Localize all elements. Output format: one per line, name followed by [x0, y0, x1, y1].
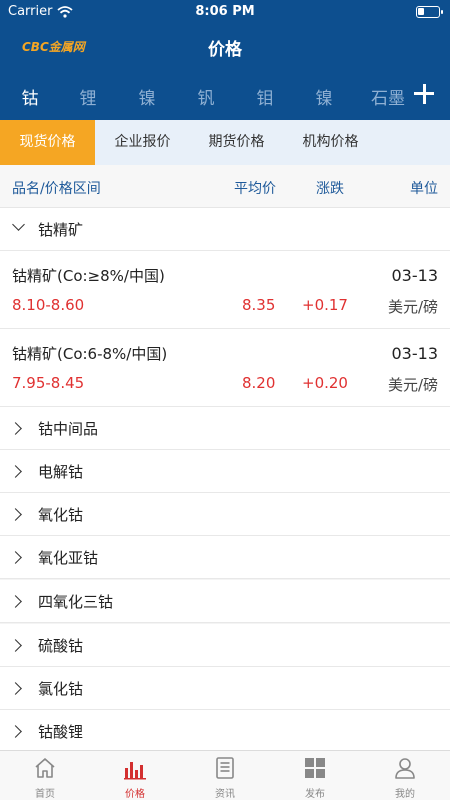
group-label: 钴酸锂 — [38, 723, 84, 741]
metal-tab-molybdenum[interactable]: 钼 — [245, 84, 285, 109]
chevron-right-icon — [9, 551, 22, 564]
chevron-down-icon — [12, 218, 25, 231]
metal-tab-vanadium[interactable]: 钒 — [186, 84, 226, 109]
metal-tab-cobalt[interactable]: 钴 — [10, 84, 50, 109]
chevron-right-icon — [9, 595, 22, 608]
group-label: 硫酸钴 — [38, 637, 84, 655]
news-icon — [216, 757, 234, 779]
grid-icon — [305, 758, 325, 778]
status-time: 8:06 PM — [195, 4, 255, 19]
item-change: +0.20 — [302, 374, 348, 392]
tab-publish[interactable]: 发布 — [270, 751, 360, 800]
tab-home[interactable]: 首页 — [0, 751, 90, 800]
group-label: 氧化钴 — [38, 506, 84, 524]
group-label: 四氧化三钴 — [38, 593, 114, 611]
chevron-right-icon — [9, 465, 22, 478]
battery-icon — [416, 6, 443, 18]
app-root: Carrier 8:06 PM CBC金属网 价格 钴 锂 镍 钒 钼 镍 石墨… — [0, 0, 450, 800]
group-row[interactable]: 钴酸锂 — [0, 710, 450, 753]
item-date: 03-13 — [391, 266, 439, 285]
group-label: 氯化钴 — [38, 680, 84, 698]
nav-bar: CBC金属网 价格 — [0, 24, 450, 70]
add-icon[interactable] — [410, 79, 438, 109]
group-row[interactable]: 钴中间品 — [0, 407, 450, 450]
tab-label: 资讯 — [215, 789, 235, 800]
col-avg: 平均价 — [234, 181, 276, 197]
price-tabs: 现货价格 企业报价 期货价格 机构价格 — [0, 120, 450, 165]
group-label: 氧化亚钴 — [38, 549, 99, 567]
item-name: 钴精矿(Co:≥8%/中国) — [12, 267, 165, 285]
item-avg: 8.20 — [242, 374, 276, 392]
metal-tab-graphite[interactable]: 石墨 — [366, 84, 410, 109]
tab-company-quote[interactable]: 企业报价 — [100, 120, 185, 165]
price-item-row[interactable]: 钴精矿(Co:6-8%/中国) 03-13 7.95-8.45 8.20 +0.… — [0, 329, 450, 407]
tab-institution-price[interactable]: 机构价格 — [288, 120, 373, 165]
item-unit: 美元/磅 — [387, 298, 438, 316]
col-name: 品名/价格区间 — [12, 181, 101, 197]
chevron-right-icon — [9, 639, 22, 652]
metal-tab-lithium[interactable]: 锂 — [68, 84, 108, 109]
group-row-expanded[interactable]: 钴精矿 — [0, 208, 450, 251]
group-label: 电解钴 — [38, 463, 84, 481]
price-item-row[interactable]: 钴精矿(Co:≥8%/中国) 03-13 8.10-8.60 8.35 +0.1… — [0, 251, 450, 329]
group-label: 钴中间品 — [38, 420, 99, 438]
page-title: 价格 — [208, 40, 242, 60]
bottom-tab-bar: 首页 价格 资讯 发布 我的 — [0, 750, 450, 800]
group-row[interactable]: 电解钴 — [0, 450, 450, 493]
column-header: 品名/价格区间 平均价 涨跌 单位 — [0, 165, 450, 208]
chevron-right-icon — [9, 422, 22, 435]
user-icon — [395, 758, 415, 779]
item-range: 8.10-8.60 — [12, 296, 85, 314]
status-bar: Carrier 8:06 PM — [0, 0, 450, 24]
tab-futures-price[interactable]: 期货价格 — [194, 120, 279, 165]
group-row[interactable]: 氧化钴 — [0, 493, 450, 536]
tab-label: 发布 — [305, 789, 325, 800]
tab-label: 价格 — [125, 789, 145, 800]
metal-tab-nickel-2[interactable]: 镍 — [304, 84, 344, 109]
metal-tab-nickel[interactable]: 镍 — [127, 84, 167, 109]
chevron-right-icon — [9, 508, 22, 521]
group-row[interactable]: 四氧化三钴 — [0, 580, 450, 623]
item-range: 7.95-8.45 — [12, 374, 85, 392]
item-avg: 8.35 — [242, 296, 276, 314]
tab-label: 首页 — [35, 789, 55, 800]
home-icon — [35, 758, 55, 778]
chevron-right-icon — [9, 682, 22, 695]
tab-news[interactable]: 资讯 — [180, 751, 270, 800]
item-date: 03-13 — [391, 344, 439, 363]
tab-spot-price[interactable]: 现货价格 — [0, 120, 95, 165]
col-unit: 单位 — [410, 181, 438, 197]
tab-label: 我的 — [395, 789, 415, 800]
bar-chart-icon — [124, 762, 146, 780]
item-name: 钴精矿(Co:6-8%/中国) — [12, 345, 168, 363]
chevron-right-icon — [9, 725, 22, 738]
item-change: +0.17 — [302, 296, 348, 314]
col-change: 涨跌 — [316, 181, 344, 197]
tab-price[interactable]: 价格 — [90, 751, 180, 800]
tab-mine[interactable]: 我的 — [360, 751, 450, 800]
group-row[interactable]: 氯化钴 — [0, 667, 450, 710]
group-row[interactable]: 氧化亚钴 — [0, 536, 450, 579]
metal-tabs: 钴 锂 镍 钒 钼 镍 石墨 — [0, 70, 450, 120]
group-label: 钴精矿 — [38, 221, 84, 239]
group-row[interactable]: 硫酸钴 — [0, 624, 450, 667]
item-unit: 美元/磅 — [387, 376, 438, 394]
